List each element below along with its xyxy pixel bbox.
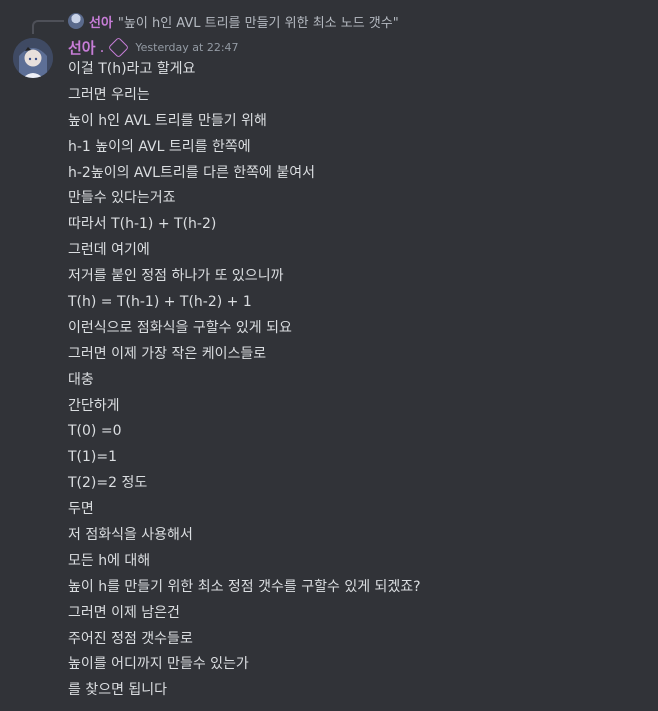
message-header: 선아 . Yesterday at 22:47: [68, 36, 239, 58]
message-line: T(2)=2 정도: [68, 475, 148, 492]
message-line: 만들수 있다는거죠: [68, 190, 176, 207]
reply-avatar[interactable]: [68, 13, 84, 29]
role-badge-icon[interactable]: [108, 36, 130, 58]
message-line: h-1 높이의 AVL 트리를 한쪽에: [68, 138, 251, 155]
message-line: 저거를 붙인 정점 하나가 또 있으니까: [68, 268, 284, 285]
author-username[interactable]: 선아: [68, 37, 96, 58]
message-line: 그러면 우리는: [68, 86, 150, 103]
message-line: 간단하게: [68, 397, 120, 414]
message-line: 그런데 여기에: [68, 242, 150, 259]
message-line: T(1)=1: [68, 449, 118, 466]
message-line: 를 찾으면 됩니다: [68, 682, 168, 699]
message-line: 높이를 어디까지 만들수 있는가: [68, 656, 249, 673]
message-line: 따라서 T(h-1) + T(h-2): [68, 216, 217, 233]
message-line: 이걸 T(h)라고 할게요: [68, 61, 196, 77]
reply-preview-text[interactable]: "높이 h인 AVL 트리를 만들기 위한 최소 노드 갯수": [118, 12, 399, 31]
message-line: T(h) = T(h-1) + T(h-2) + 1: [68, 294, 252, 311]
message-line: 두면: [68, 501, 94, 518]
message-line: 대충: [68, 371, 94, 388]
message-timestamp[interactable]: Yesterday at 22:47: [135, 41, 238, 54]
message-line: T(0) =0: [68, 423, 122, 440]
message-line: 높이 h를 만들기 위한 최소 정점 갯수를 구할수 있게 되겠죠?: [68, 578, 421, 595]
message-line: h-2높이의 AVL트리를 다른 한쪽에 붙여서: [68, 164, 316, 181]
message-line: 저 점화식을 사용해서: [68, 527, 193, 544]
message-line: 모든 h에 대해: [68, 552, 151, 569]
message-line: 주어진 정점 갯수들로: [68, 630, 193, 647]
message-line: 그러면 이제 가장 작은 케이스들로: [68, 345, 267, 362]
message-line: 이런식으로 점화식을 구할수 있게 되요: [68, 319, 292, 336]
message-content: 이걸 T(h)라고 할게요 그러면 우리는 높이 h인 AVL 트리를 만들기 …: [68, 57, 648, 704]
reply-username[interactable]: 선아: [89, 12, 113, 31]
reply-reference[interactable]: 선아 "높이 h인 AVL 트리를 만들기 위한 최소 노드 갯수": [68, 12, 399, 31]
message-line: 높이 h인 AVL 트리를 만들기 위해: [68, 112, 267, 129]
author-avatar[interactable]: [13, 38, 53, 78]
message-line: 그러면 이제 남은건: [68, 604, 180, 621]
reply-connector: [32, 20, 64, 34]
avatar-image: [13, 38, 53, 78]
username-separator: .: [99, 38, 105, 56]
